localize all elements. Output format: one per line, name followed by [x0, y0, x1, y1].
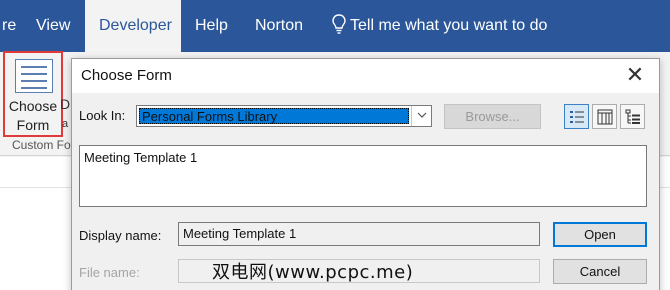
tell-me-text: Tell me what you want to do [350, 17, 548, 34]
dialog-title: Choose Form [81, 67, 172, 84]
lightbulb-icon [332, 14, 346, 34]
open-button[interactable]: Open [553, 222, 647, 247]
form-icon [15, 59, 53, 93]
ribbon-partial-label: D [60, 96, 71, 112]
file-name-label: File name: [79, 265, 140, 280]
close-icon[interactable]: ✕ [620, 63, 650, 89]
watermark-text: 双电网(www.pcpc.me) [212, 262, 414, 283]
list-view-icon[interactable] [592, 104, 617, 129]
cancel-button[interactable]: Cancel [553, 259, 647, 284]
chevron-down-icon[interactable] [411, 106, 431, 126]
display-name-label: Display name: [79, 228, 162, 243]
details-view-icon[interactable] [564, 104, 589, 129]
ribbon-tab-bar: re View Developer Help Norton Tell me wh… [0, 0, 670, 52]
tell-me-search[interactable]: Tell me what you want to do [318, 0, 561, 52]
look-in-value: Personal Forms Library [139, 108, 409, 124]
choose-form-button[interactable]: Choose Form [3, 51, 63, 137]
browse-button[interactable]: Browse... [444, 104, 541, 129]
look-in-label: Look In: [79, 108, 126, 123]
list-item[interactable]: Meeting Template 1 [84, 150, 197, 165]
tab-help[interactable]: Help [181, 0, 242, 52]
tab-view[interactable]: View [22, 0, 84, 52]
tab-norton[interactable]: Norton [241, 0, 317, 52]
tree-view-icon[interactable] [620, 104, 645, 129]
choose-form-label: Choose Form [8, 98, 58, 133]
forms-list[interactable]: Meeting Template 1 [79, 145, 647, 207]
choose-form-dialog: Choose Form ✕ Look In: Personal Forms Li… [71, 58, 660, 290]
tab-developer[interactable]: Developer [85, 0, 181, 52]
custom-forms-group-label: Custom Fo [12, 138, 71, 152]
look-in-dropdown[interactable]: Personal Forms Library [136, 105, 432, 127]
ribbon-partial-label-2: a [62, 118, 69, 130]
display-name-field[interactable]: Meeting Template 1 [178, 222, 540, 246]
